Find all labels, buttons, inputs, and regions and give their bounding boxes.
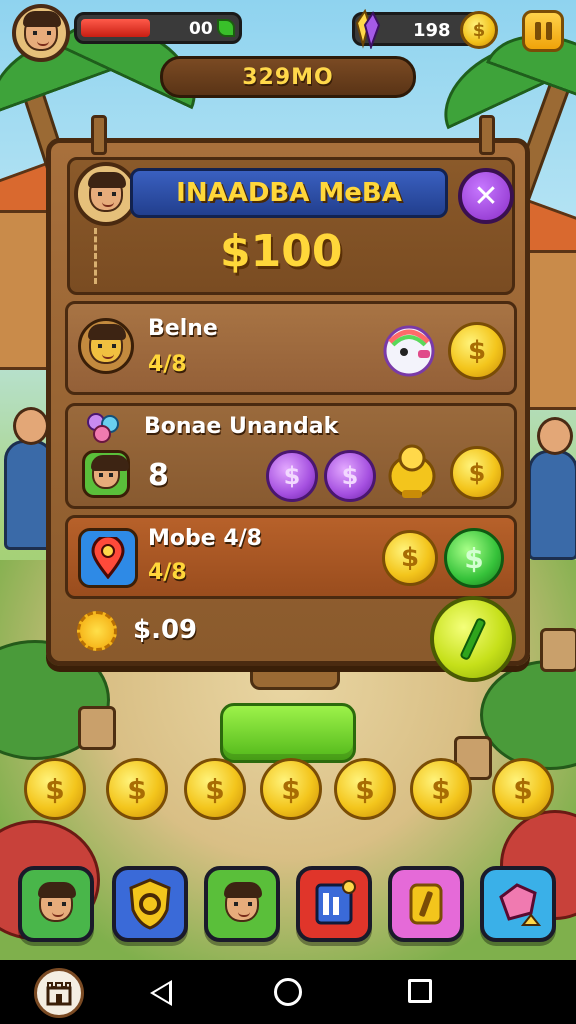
gold-coin-icon: $ — [382, 530, 438, 586]
dock-button-shop[interactable] — [296, 866, 372, 942]
map-pin-icon — [78, 528, 138, 588]
board-hook — [479, 115, 495, 155]
shop-card-icon — [315, 880, 356, 925]
rope-decoration — [94, 228, 100, 284]
gold-coin-icon: $ — [448, 322, 506, 380]
board-hook — [91, 115, 107, 155]
gold-coin-icon: $ — [460, 11, 498, 49]
task-progress: 4/8 — [148, 560, 187, 585]
task-title: Bonae Unandak — [144, 414, 339, 439]
rainbow-bird-icon — [383, 325, 435, 377]
task-progress: 4/8 — [148, 352, 187, 377]
flower-icon — [87, 413, 119, 443]
gems-value: 198 — [413, 20, 451, 41]
close-button[interactable]: ✕ — [458, 168, 514, 224]
checkmark-icon — [459, 616, 487, 662]
explorer-character-icon — [38, 882, 76, 922]
task-row-2[interactable]: Bonae Unandak 8 $ $ $ — [65, 403, 517, 509]
quest-board-panel: INAADBA MeBA ✕ $100 Belne 4/8 $ Bonae Un… — [46, 115, 530, 666]
task-count: 8 — [148, 458, 169, 493]
collectible-coin[interactable]: $ — [492, 758, 554, 820]
task-row-3[interactable]: Mobe 4/8 4/8 $ $ — [65, 515, 517, 599]
sun-icon — [77, 611, 117, 651]
tree-stump — [78, 706, 116, 750]
pause-button[interactable] — [522, 10, 564, 52]
pause-bar — [534, 22, 541, 40]
health-bar-fill — [81, 19, 150, 37]
prize-amount: $100 — [220, 226, 343, 277]
collectible-coin[interactable]: $ — [410, 758, 472, 820]
home-icon[interactable] — [274, 978, 302, 1006]
green-action-block[interactable] — [220, 703, 356, 763]
golden-ticket-icon — [409, 883, 443, 925]
collectible-coin[interactable]: $ — [260, 758, 322, 820]
dock-button-quests[interactable] — [112, 866, 188, 942]
app-home-icon[interactable] — [34, 968, 84, 1018]
footer-value: $.09 — [133, 615, 198, 645]
villager-character-icon — [224, 882, 262, 922]
task-row-1[interactable]: Belne 4/8 $ — [65, 301, 517, 395]
leaf-icon — [217, 19, 235, 37]
collectible-coin[interactable]: $ — [24, 758, 86, 820]
dock-button-villager[interactable] — [204, 866, 280, 942]
villager-right — [528, 417, 576, 560]
dock-button-explorer[interactable] — [18, 866, 94, 942]
purple-coin-icon: $ — [324, 450, 376, 502]
health-bar: 00 — [74, 12, 242, 44]
player-face-icon — [23, 11, 61, 51]
castle-icon — [46, 982, 72, 1006]
lion-face-icon — [78, 318, 134, 374]
dock-button-gems[interactable] — [480, 866, 556, 942]
pink-gem-icon — [499, 883, 542, 926]
score-display: 329MO — [160, 56, 416, 98]
golden-chick-icon — [388, 444, 436, 498]
green-coin-icon: $ — [444, 528, 504, 588]
back-icon[interactable] — [150, 980, 172, 1006]
quest-giver-face-icon — [88, 172, 126, 212]
health-value: 00 — [189, 19, 213, 39]
collectible-coin[interactable]: $ — [184, 758, 246, 820]
collectible-coin[interactable]: $ — [106, 758, 168, 820]
confirm-button[interactable] — [430, 596, 516, 682]
purple-coin-icon: $ — [266, 450, 318, 502]
gold-coin-icon: $ — [450, 446, 504, 500]
child-face-icon — [82, 450, 130, 498]
collectible-coin[interactable]: $ — [334, 758, 396, 820]
system-nav-bar — [0, 960, 576, 1024]
quest-giver-avatar — [74, 162, 138, 226]
pause-bar — [545, 22, 552, 40]
shield-quest-icon — [129, 878, 171, 930]
crystal-bundle-icon — [355, 9, 381, 49]
player-avatar[interactable] — [12, 4, 70, 62]
task-title: Belne — [148, 316, 218, 341]
tree-stump — [540, 628, 576, 672]
panel-header: INAADBA MeBA ✕ $100 — [67, 157, 515, 295]
recents-icon[interactable] — [408, 979, 432, 1003]
task-title: Mobe 4/8 — [148, 526, 262, 551]
panel-title: INAADBA MeBA — [130, 168, 448, 218]
dock-button-ticket[interactable] — [388, 866, 464, 942]
